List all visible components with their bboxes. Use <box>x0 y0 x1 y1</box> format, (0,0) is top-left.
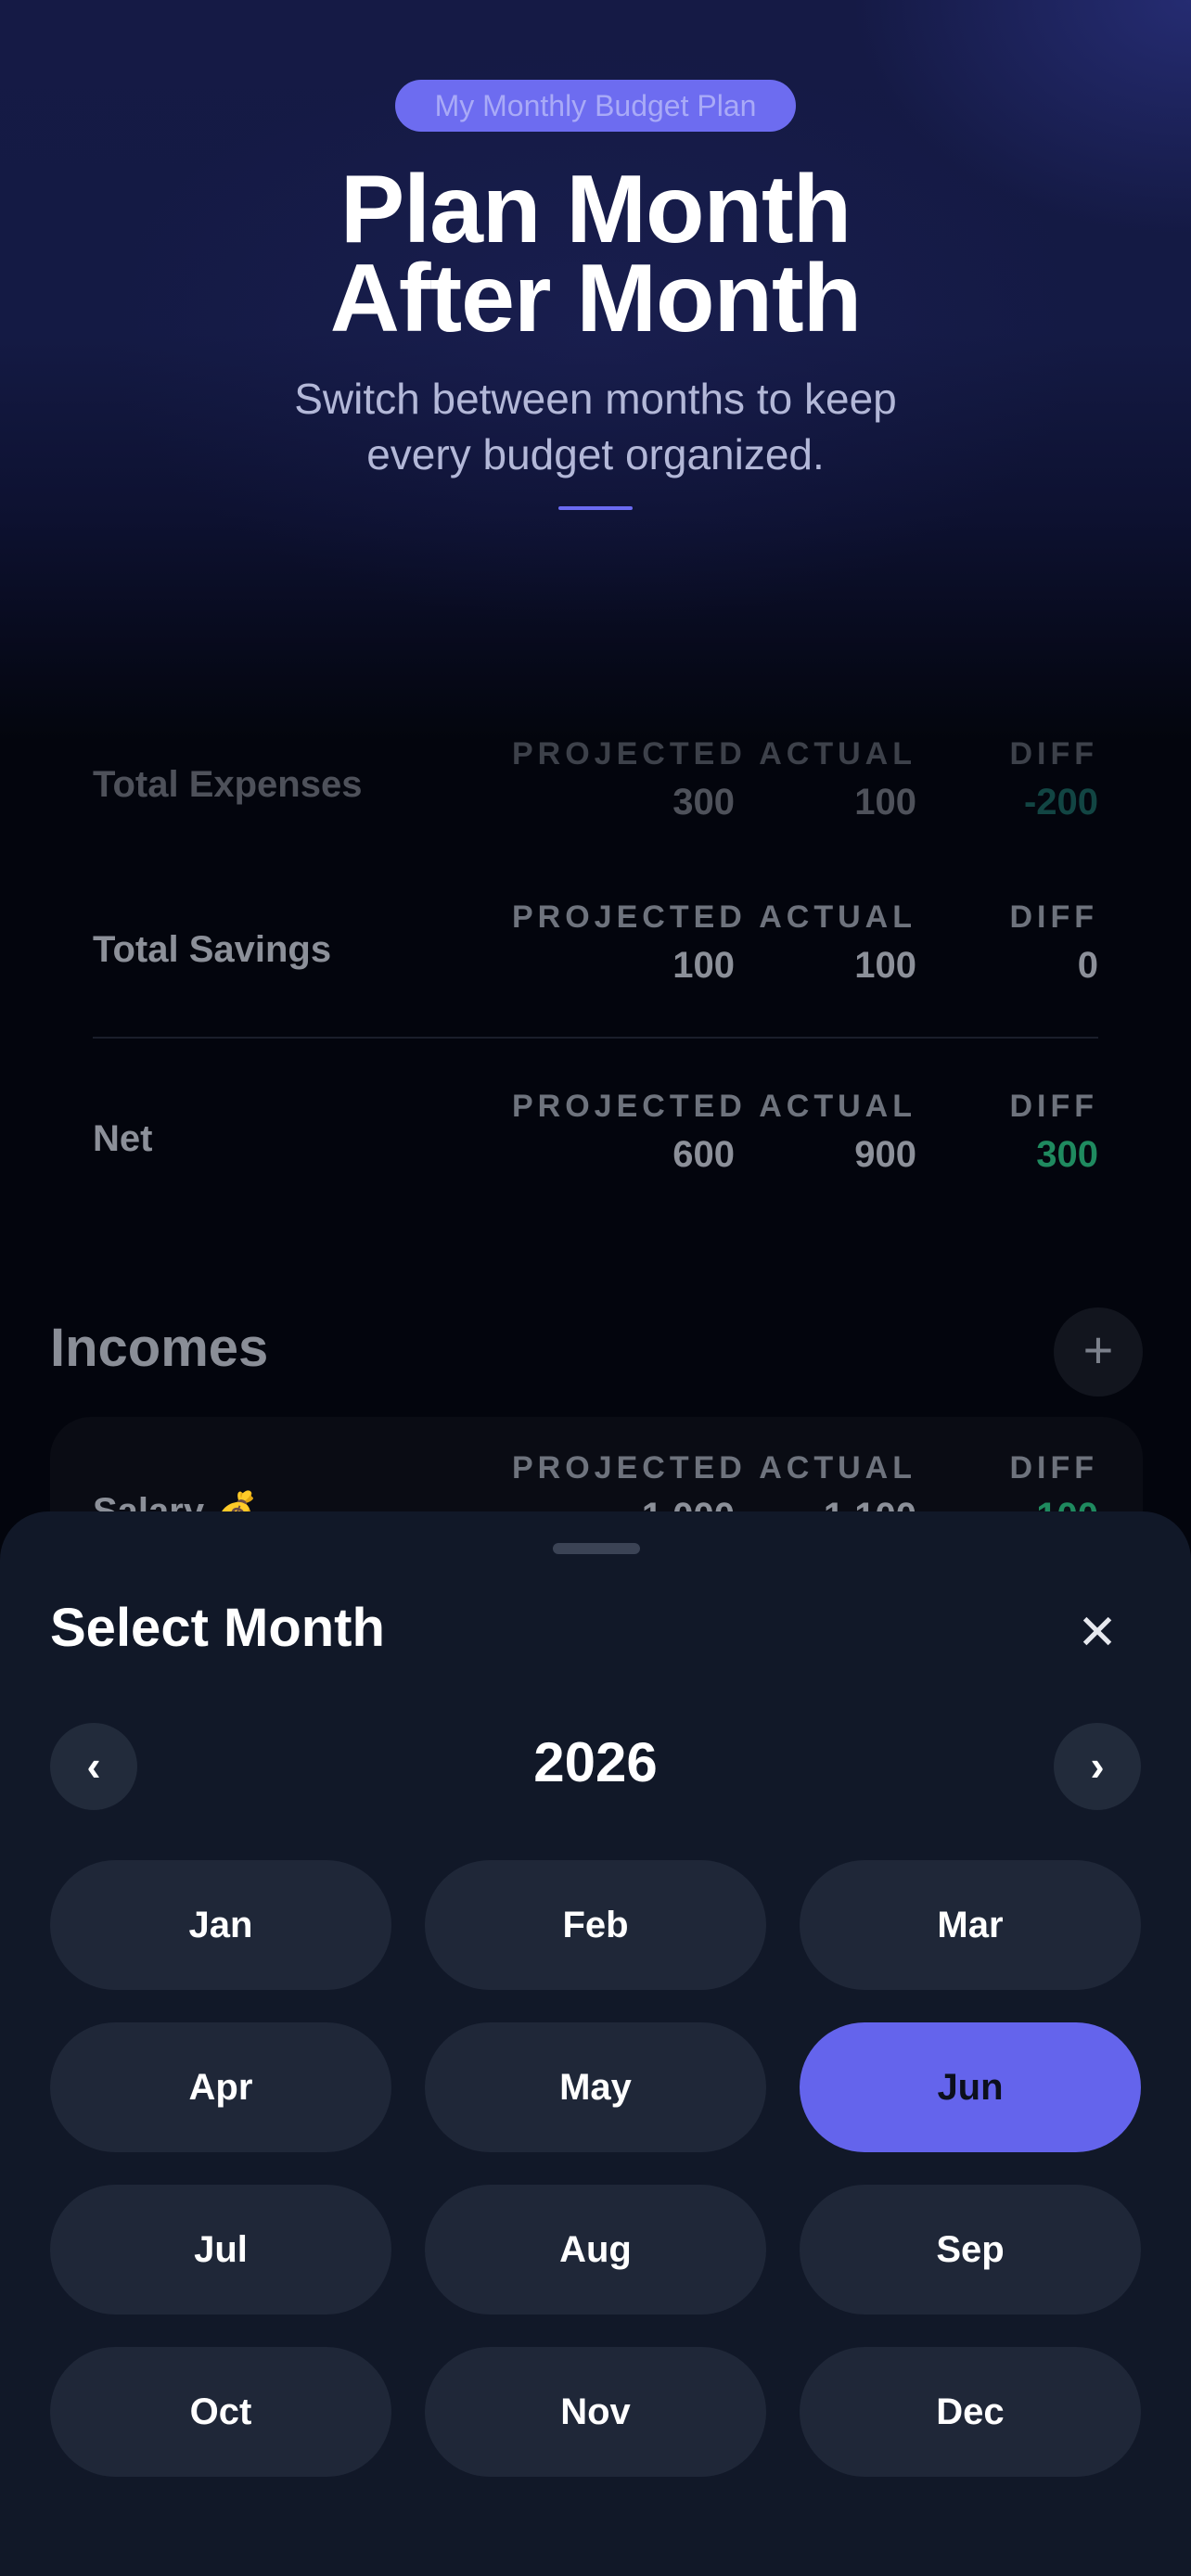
row-label: Total Expenses <box>93 764 363 805</box>
month-mar[interactable]: Mar <box>800 1860 1141 1990</box>
month-jan[interactable]: Jan <box>50 1860 391 1990</box>
sheet-title: Select Month <box>50 1598 385 1658</box>
hero-section: My Monthly Budget Plan Plan Month After … <box>0 0 1191 742</box>
year-label: 2026 <box>533 1731 658 1793</box>
summary-divider <box>93 1037 1098 1039</box>
diff-header: DIFF <box>1009 1450 1098 1486</box>
month-aug[interactable]: Aug <box>425 2185 766 2315</box>
title-underline <box>558 506 633 510</box>
summary-row-total-savings: Total Savings PROJECTED 100 ACTUAL 100 D… <box>93 892 1098 1003</box>
incomes-section-title: Incomes <box>50 1318 269 1378</box>
add-income-button[interactable]: + <box>1054 1307 1143 1396</box>
month-sep[interactable]: Sep <box>800 2185 1141 2315</box>
diff-value: -200 <box>1023 782 1098 823</box>
subtitle-line-1: Switch between months to keep <box>294 375 897 423</box>
summary-row-total-expenses: Total Expenses PROJECTED 300 ACTUAL 100 … <box>93 736 1098 853</box>
diff-header: DIFF <box>1009 1089 1098 1124</box>
diff-column: DIFF -200 <box>876 729 1098 825</box>
chevron-left-icon: ‹ <box>86 1741 101 1790</box>
title-line-2: After Month <box>329 245 862 352</box>
chevron-right-icon: › <box>1090 1741 1105 1790</box>
summary-row-net: Net PROJECTED 600 ACTUAL 900 DIFF 300 <box>93 1081 1098 1192</box>
close-button[interactable]: ✕ <box>1065 1600 1130 1665</box>
diff-value: 0 <box>1077 945 1098 986</box>
diff-header: DIFF <box>1009 736 1098 772</box>
month-apr[interactable]: Apr <box>50 2022 391 2152</box>
subtitle-line-2: every budget organized. <box>366 430 825 478</box>
month-oct[interactable]: Oct <box>50 2347 391 2477</box>
diff-value: 300 <box>1036 1134 1098 1175</box>
close-icon: ✕ <box>1077 1606 1118 1660</box>
month-jun[interactable]: Jun <box>800 2022 1141 2152</box>
plus-icon: + <box>1082 1320 1114 1379</box>
diff-column: DIFF 0 <box>876 892 1098 988</box>
page-subtitle: Switch between months to keep every budg… <box>224 371 967 482</box>
month-nov[interactable]: Nov <box>425 2347 766 2477</box>
month-dec[interactable]: Dec <box>800 2347 1141 2477</box>
month-jul[interactable]: Jul <box>50 2185 391 2315</box>
row-label: Total Savings <box>93 929 332 970</box>
title-line-1: Plan Month <box>339 156 852 263</box>
previous-year-button[interactable]: ‹ <box>50 1723 137 1810</box>
sheet-grab-handle[interactable] <box>553 1543 640 1554</box>
budget-plan-badge: My Monthly Budget Plan <box>395 80 796 132</box>
month-may[interactable]: May <box>425 2022 766 2152</box>
next-year-button[interactable]: › <box>1054 1723 1141 1810</box>
month-feb[interactable]: Feb <box>425 1860 766 1990</box>
diff-column: DIFF 300 <box>876 1081 1098 1178</box>
select-month-sheet: Select Month ✕ ‹ 2026 › Jan Feb Mar Apr … <box>0 1511 1191 2576</box>
diff-header: DIFF <box>1009 899 1098 935</box>
row-label: Net <box>93 1118 153 1159</box>
page-title: Plan Month After Month <box>0 156 1191 352</box>
